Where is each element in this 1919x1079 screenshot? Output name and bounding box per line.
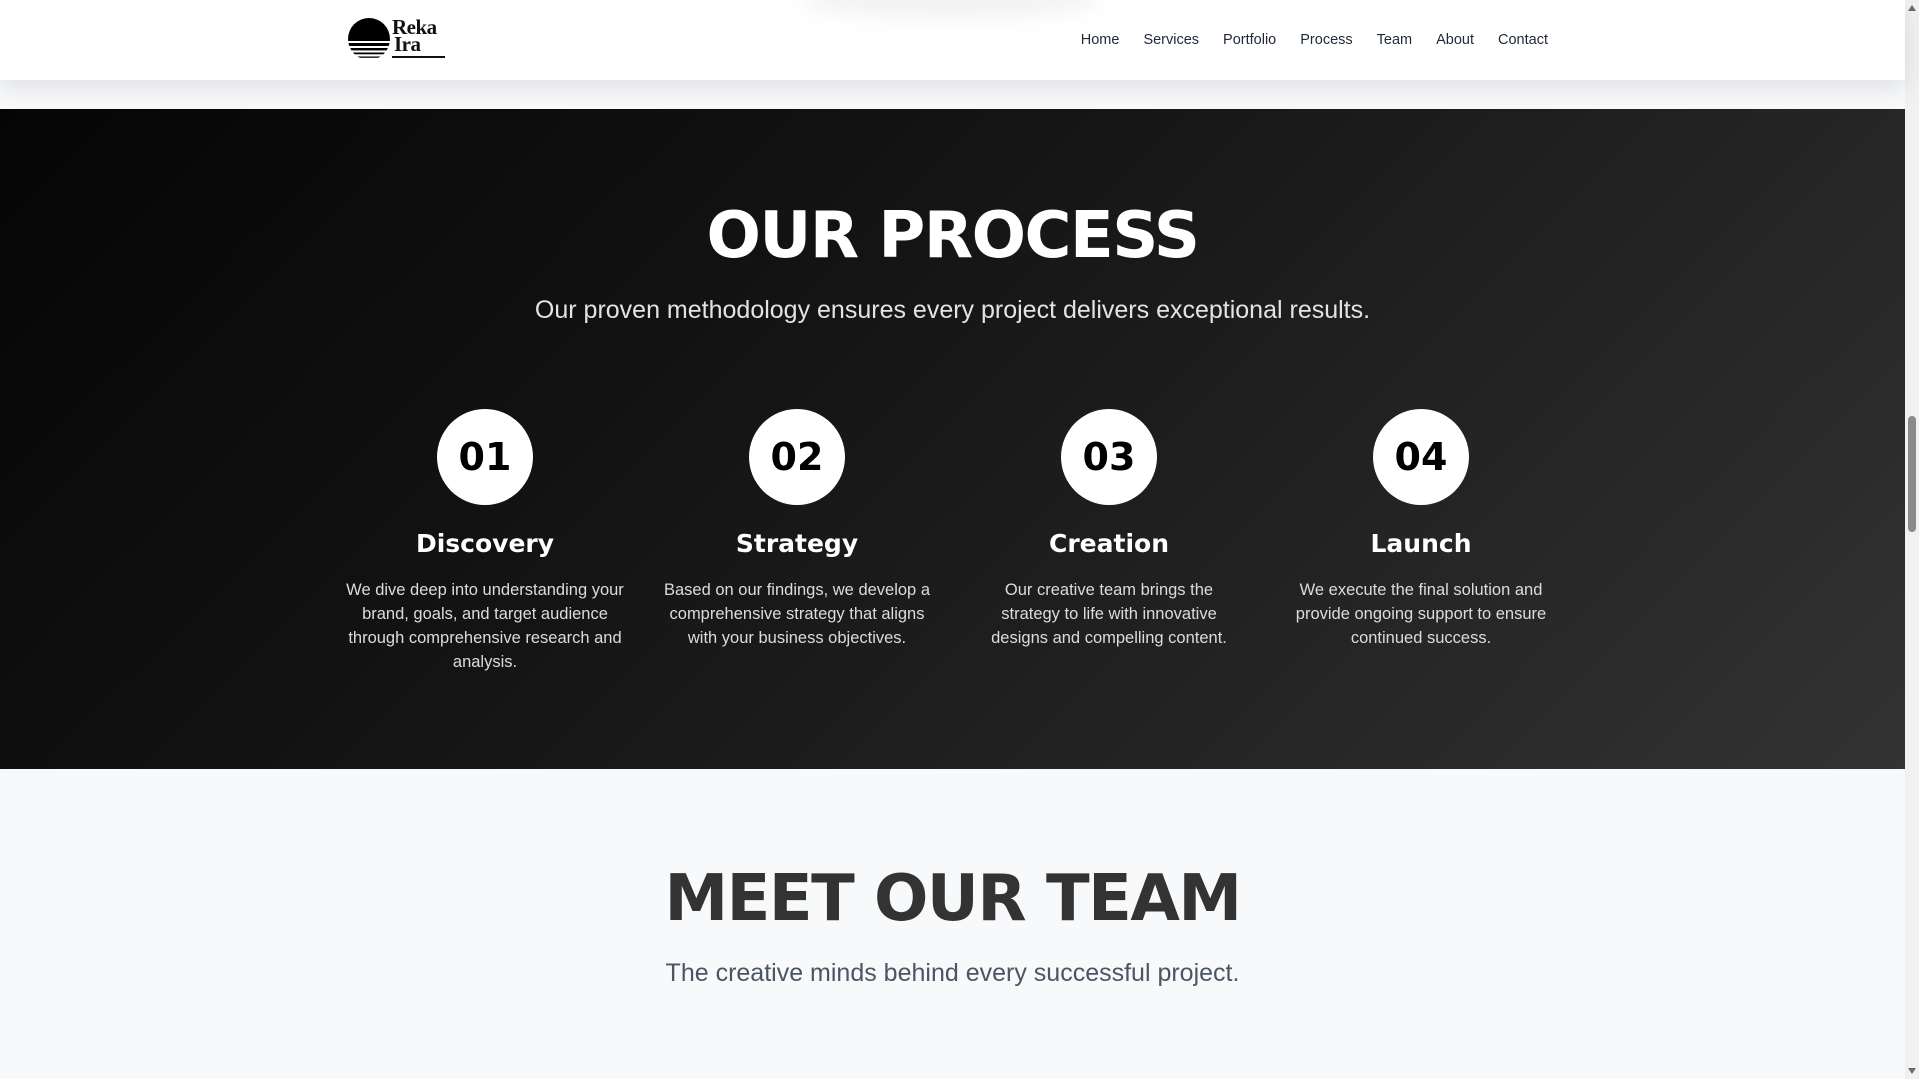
step-title: Launch	[1370, 529, 1472, 558]
main-nav: Home Services Portfolio Process Team Abo…	[1081, 0, 1548, 80]
nav-services[interactable]: Services	[1143, 32, 1199, 48]
step-number: 02	[749, 409, 845, 505]
nav-process[interactable]: Process	[1300, 32, 1352, 48]
step-description: Based on our findings, we develop a comp…	[663, 581, 930, 647]
team-subtitle: The creative minds behind every successf…	[665, 959, 1240, 987]
logo-text: Reka Ira	[392, 17, 437, 55]
site-header: Reka Ira Home Services Portfolio Process…	[0, 0, 1905, 80]
process-title: OUR PROCESS	[706, 199, 1200, 273]
step-creation: 03 Creation Our creative team brings the…	[964, 409, 1254, 650]
process-subtitle: Our proven methodology ensures every pro…	[534, 296, 1371, 324]
scrollbar-thumb[interactable]	[1908, 416, 1916, 532]
nav-about[interactable]: About	[1436, 32, 1474, 48]
team-title: MEET OUR TEAM	[664, 862, 1242, 936]
step-number: 01	[437, 409, 533, 505]
header-shadow-decoration	[800, 0, 1100, 18]
team-section: MEET OUR TEAM The creative minds behind …	[0, 769, 1905, 1079]
step-number: 03	[1061, 409, 1157, 505]
page-scrollbar[interactable]	[1905, 0, 1919, 1079]
logo-sun-icon	[348, 18, 390, 58]
process-section: OUR PROCESS Our proven methodology ensur…	[0, 109, 1905, 769]
nav-team[interactable]: Team	[1377, 32, 1412, 48]
step-strategy: 02 Strategy Based on our findings, we de…	[652, 409, 942, 650]
step-description: We dive deep into understanding your bra…	[346, 581, 624, 671]
scroll-down-icon[interactable]	[1908, 1068, 1916, 1074]
logo[interactable]: Reka Ira	[346, 16, 450, 64]
step-launch: 04 Launch We execute the final solution …	[1276, 409, 1566, 650]
step-description: We execute the final solution and provid…	[1295, 581, 1547, 647]
step-title: Strategy	[735, 529, 859, 558]
step-description: Our creative team brings the strategy to…	[991, 581, 1227, 647]
step-title: Discovery	[415, 529, 555, 558]
nav-portfolio[interactable]: Portfolio	[1223, 32, 1276, 48]
scroll-up-icon[interactable]	[1908, 5, 1916, 11]
step-discovery: 01 Discovery We dive deep into understan…	[340, 409, 630, 674]
logo-underline	[392, 56, 445, 58]
nav-contact[interactable]: Contact	[1498, 32, 1548, 48]
step-number: 04	[1373, 409, 1469, 505]
nav-home[interactable]: Home	[1081, 32, 1120, 48]
step-title: Creation	[1049, 529, 1169, 558]
process-steps: 01 Discovery We dive deep into understan…	[0, 409, 1905, 709]
